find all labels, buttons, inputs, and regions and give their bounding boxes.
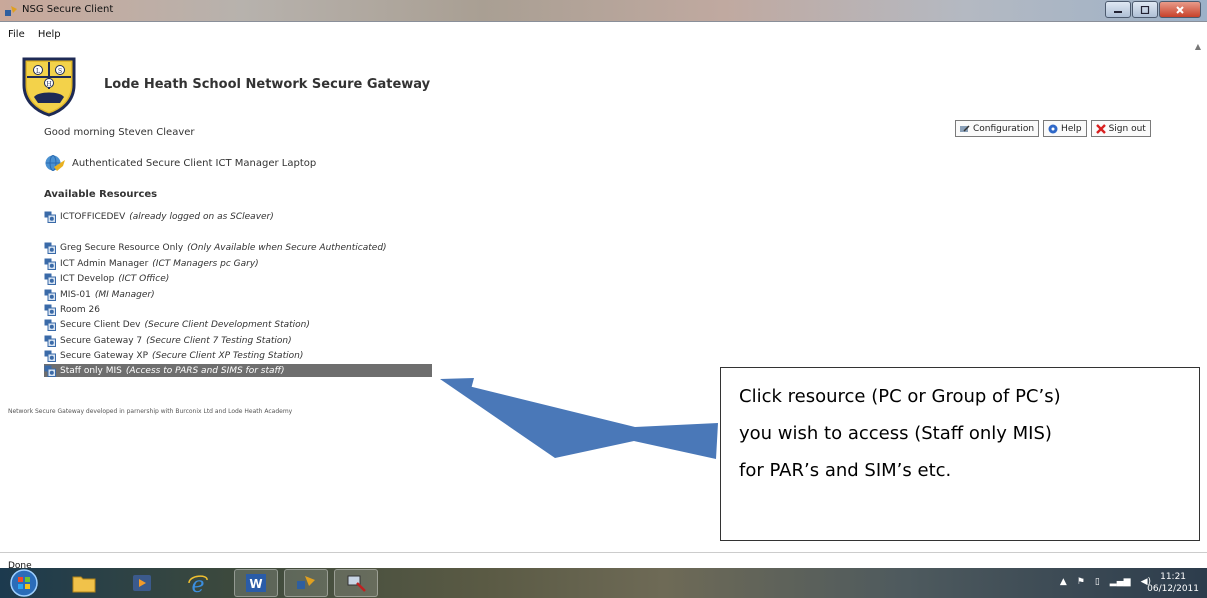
clock-date: 06/12/2011 (1147, 584, 1199, 594)
menu-bar: File Help (0, 22, 1207, 40)
callout-line-3: for PAR’s and SIM’s etc. (739, 460, 952, 481)
help-button[interactable]: Help (1043, 120, 1087, 137)
configuration-button[interactable]: Configuration (955, 120, 1040, 137)
resource-item[interactable]: Room 26 (44, 303, 104, 316)
internet-explorer-icon: e (188, 573, 208, 595)
taskbar-internet-explorer[interactable]: e (176, 569, 220, 597)
minimize-icon (1114, 10, 1122, 13)
word-icon: W (246, 574, 266, 592)
callout-line-1: Click resource (PC or Group of PC’s) (739, 386, 1061, 407)
menu-help[interactable]: Help (38, 29, 61, 40)
school-crest-logo: L S H (22, 57, 76, 117)
svg-text:S: S (58, 68, 62, 75)
greeting-text: Good morning Steven Cleaver (44, 127, 195, 138)
resource-item-selected[interactable]: Staff only MIS (Access to PARS and SIMS f… (44, 364, 432, 377)
network-tool-icon (347, 575, 366, 592)
system-tray[interactable]: ▲ ⚑ ▯ ▂▄▆ ◀) (1060, 577, 1151, 587)
resource-item[interactable]: Secure Client Dev (Secure Client Developm… (44, 318, 310, 331)
network-pc-icon (44, 211, 56, 223)
help-label: Help (1061, 123, 1082, 134)
network-pc-icon (44, 319, 56, 331)
network-signal-icon[interactable]: ▂▄▆ (1110, 577, 1131, 587)
system-clock[interactable]: 11:21 06/12/2011 (1147, 571, 1199, 595)
authenticated-laptop-icon (45, 155, 65, 171)
network-pc-icon (44, 304, 56, 316)
close-icon (1176, 5, 1184, 14)
window-title-bar[interactable]: NSG Secure Client (0, 0, 1207, 22)
resource-item[interactable]: Secure Gateway XP (Secure Client XP Testi… (44, 349, 303, 362)
taskbar: e W ▲ ⚑ ▯ ▂▄▆ ◀) 11:21 06/12/2011 (0, 568, 1207, 598)
taskbar-explorer[interactable] (62, 569, 106, 597)
callout-line-2: you wish to access (Staff only MIS) (739, 423, 1052, 444)
menu-file[interactable]: File (8, 29, 25, 40)
taskbar-network-tool[interactable] (334, 569, 378, 597)
scroll-up-arrow-icon[interactable]: ▲ (1195, 42, 1201, 51)
footer-credit: Network Secure Gateway developed in parn… (8, 408, 293, 415)
auth-status-row: Authenticated Secure Client ICT Manager … (44, 154, 316, 172)
configuration-label: Configuration (973, 123, 1035, 134)
status-bar: Done (0, 552, 1207, 571)
taskbar-word[interactable]: W (234, 569, 278, 597)
media-player-icon (133, 575, 151, 591)
action-center-flag-icon[interactable]: ⚑ (1077, 577, 1085, 587)
available-resources-heading: Available Resources (44, 189, 158, 200)
resource-item[interactable]: MIS-01 (MI Manager) (44, 288, 155, 301)
maximize-button[interactable] (1132, 1, 1158, 18)
resource-item[interactable]: Greg Secure Resource Only (Only Available… (44, 241, 387, 254)
sign-out-label: Sign out (1108, 123, 1146, 134)
taskbar-nsg-client[interactable] (284, 569, 328, 597)
svg-text:H: H (46, 81, 51, 88)
sign-out-button[interactable]: Sign out (1090, 120, 1151, 137)
close-button[interactable] (1159, 1, 1201, 18)
folder-icon (72, 576, 96, 593)
page-title: Lode Heath School Network Secure Gateway (104, 77, 431, 92)
clock-time: 11:21 (1160, 572, 1187, 582)
network-pc-icon (44, 289, 56, 301)
app-icon (5, 6, 17, 16)
instruction-callout: Click resource (PC or Group of PC’s) you… (720, 367, 1200, 541)
svg-text:W: W (249, 577, 262, 591)
resource-item[interactable]: ICT Admin Manager (ICT Managers pc Gary) (44, 257, 259, 270)
network-pc-icon (44, 335, 56, 347)
start-button-icon[interactable] (8, 568, 40, 598)
help-icon (1048, 124, 1058, 133)
minimize-button[interactable] (1105, 1, 1131, 18)
sign-out-icon (1095, 123, 1106, 134)
network-pc-icon (44, 242, 56, 254)
maximize-icon (1140, 5, 1150, 14)
svg-text:L: L (36, 68, 40, 75)
resource-item[interactable]: Secure Gateway 7 (Secure Client 7 Testing… (44, 334, 292, 347)
show-hidden-icons-icon[interactable]: ▲ (1060, 577, 1067, 587)
network-pc-icon (44, 258, 56, 270)
nsg-client-icon (297, 576, 315, 589)
power-icon[interactable]: ▯ (1095, 577, 1100, 587)
network-pc-icon (44, 365, 56, 377)
resource-item[interactable]: ICTOFFICEDEV (already logged on as SCleav… (44, 210, 274, 223)
configuration-icon (960, 125, 970, 132)
window-title: NSG Secure Client (22, 4, 114, 15)
resource-item[interactable]: ICT Develop (ICT Office) (44, 272, 169, 285)
network-pc-icon (44, 273, 56, 285)
network-pc-icon (44, 350, 56, 362)
auth-status-text: Authenticated Secure Client ICT Manager … (72, 157, 317, 169)
taskbar-media-player[interactable] (120, 569, 164, 597)
